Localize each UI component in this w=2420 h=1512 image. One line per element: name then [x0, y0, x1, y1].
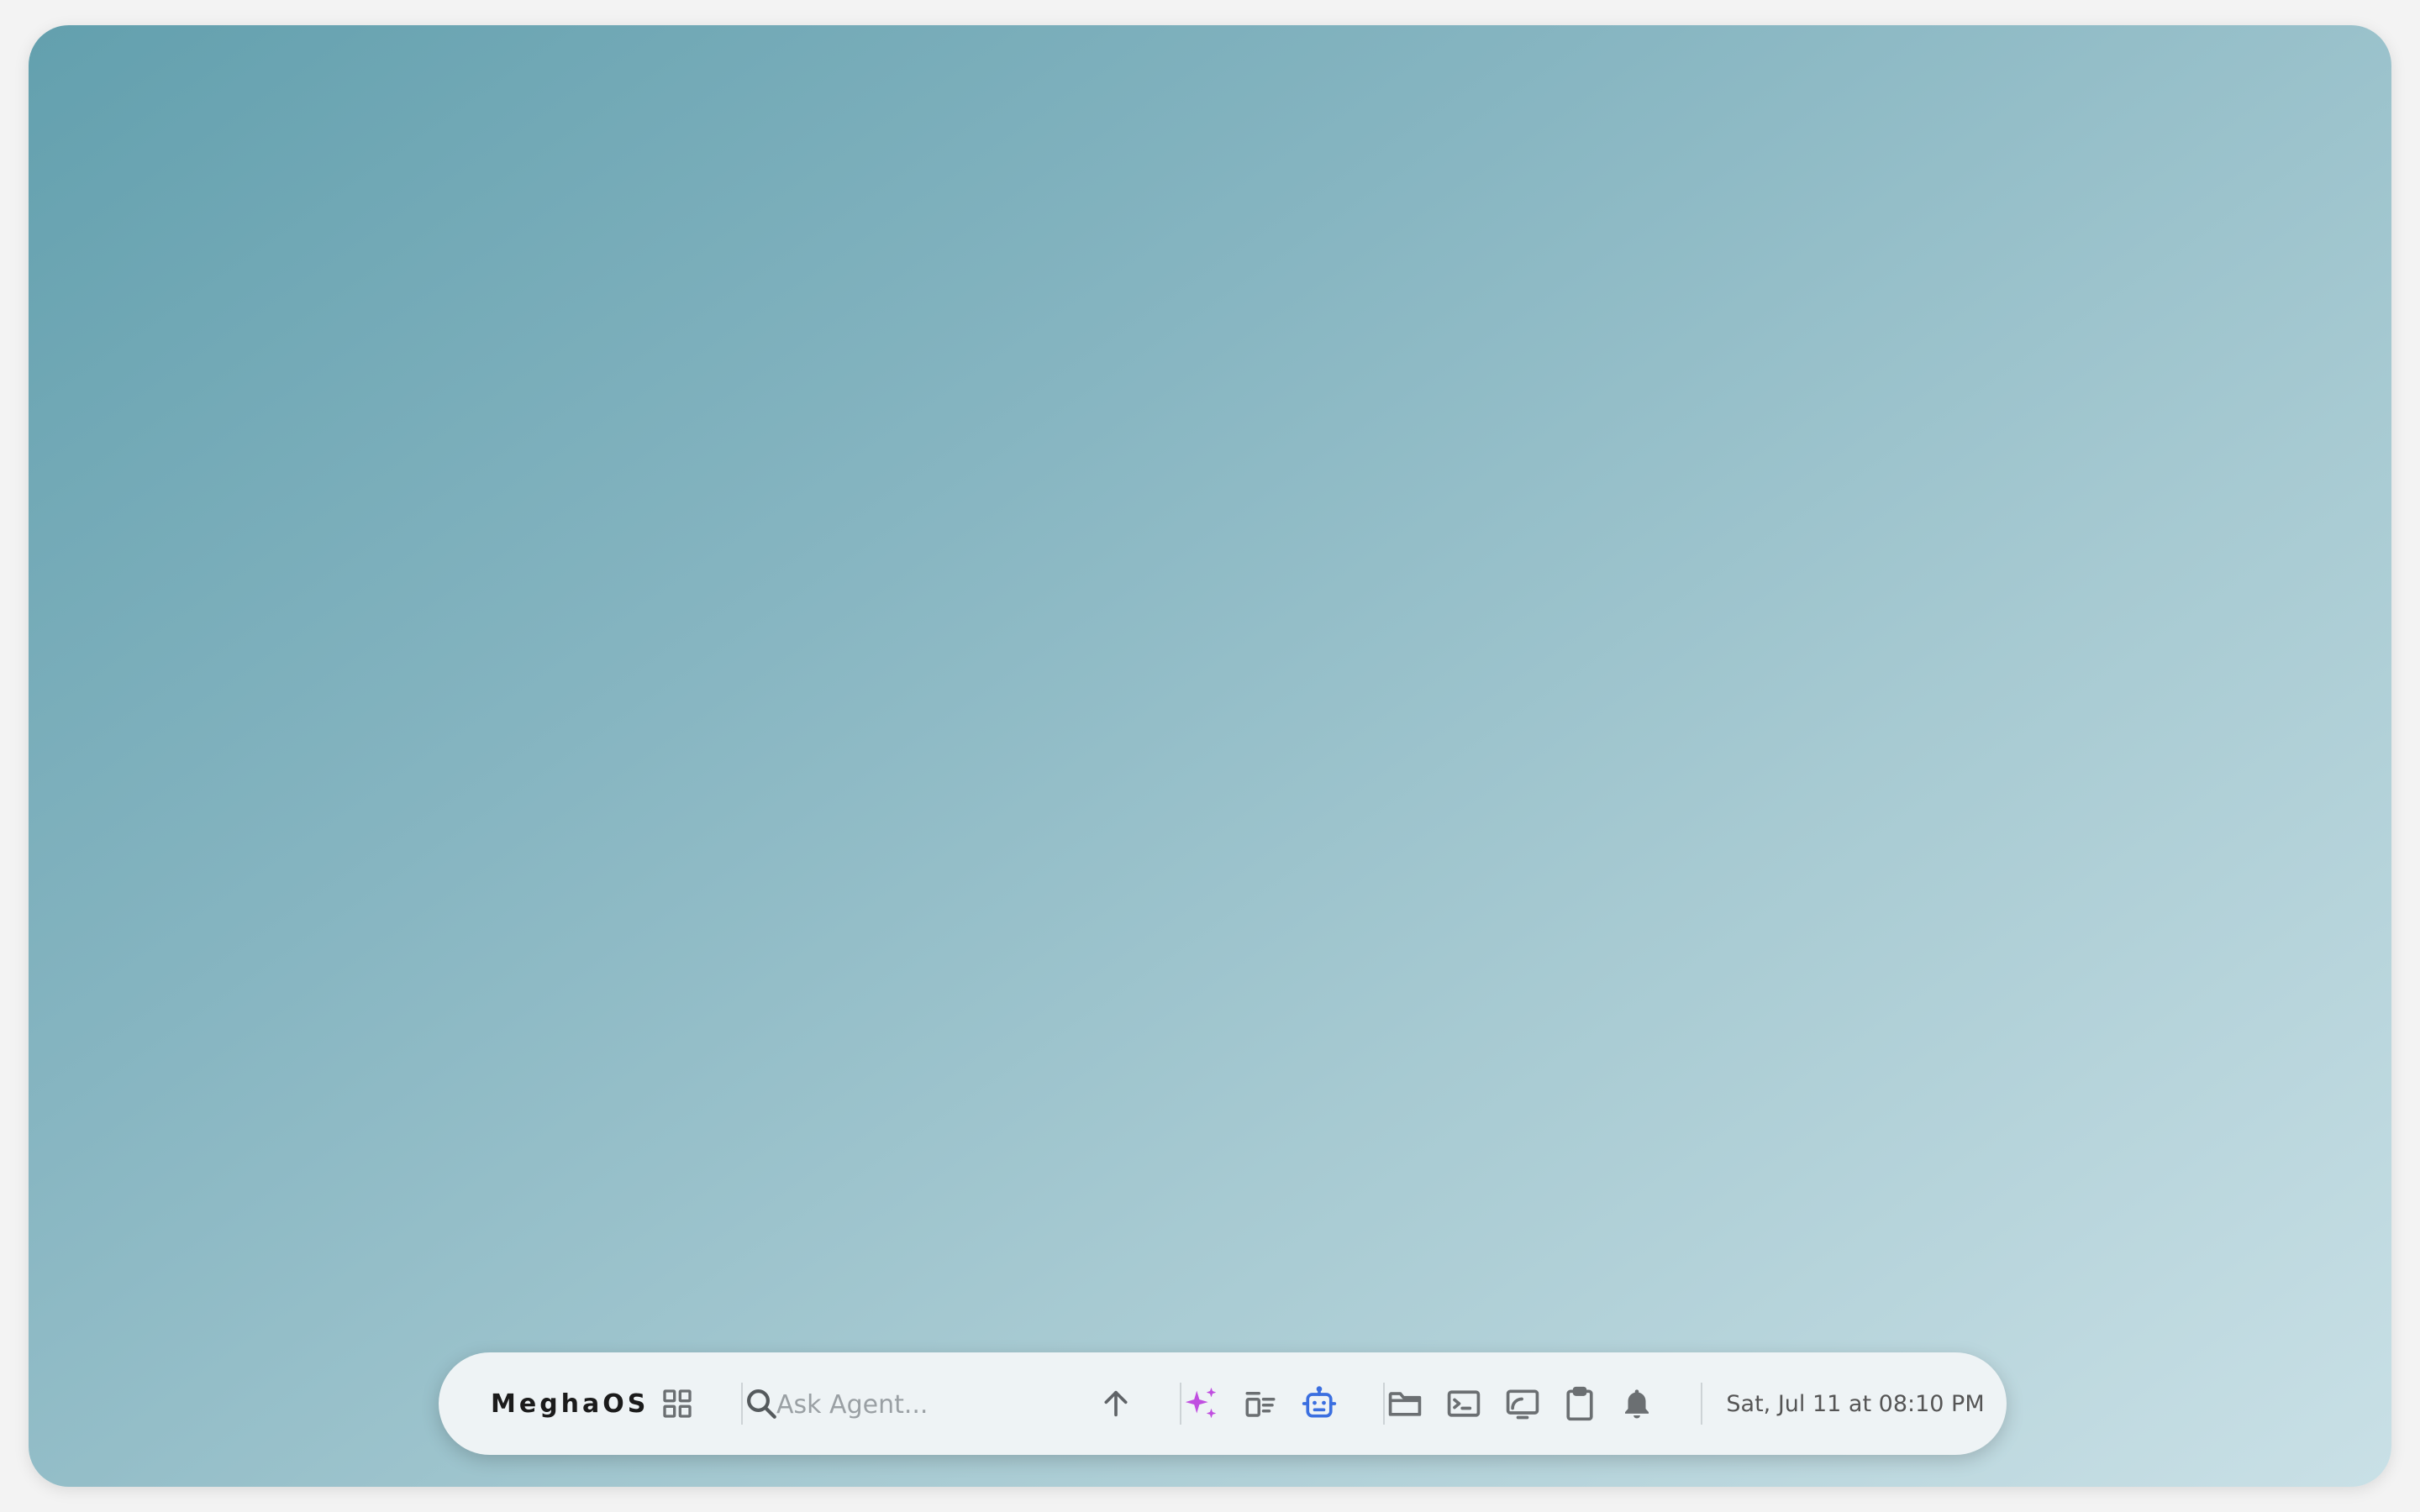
arrow-up-icon[interactable] — [1094, 1352, 1138, 1455]
task-list-icon[interactable] — [1239, 1352, 1282, 1455]
sparkle-icon[interactable] — [1180, 1352, 1223, 1455]
folder-icon[interactable] — [1383, 1352, 1427, 1455]
robot-icon[interactable] — [1297, 1352, 1341, 1455]
ask-agent-input[interactable] — [775, 1378, 1064, 1431]
desktop[interactable]: MeghaOS Ask Agent... Sat, Jul 11 at 08:1… — [29, 25, 2391, 1487]
brand-logo[interactable]: MeghaOS — [491, 1352, 649, 1455]
grid-icon[interactable] — [655, 1352, 699, 1455]
clock-datetime[interactable]: Sat, Jul 11 at 08:10 PM — [1726, 1352, 1984, 1455]
taskbar-divider — [1701, 1383, 1702, 1425]
clipboard-icon[interactable] — [1558, 1352, 1602, 1455]
taskbar: MeghaOS Ask Agent... Sat, Jul 11 at 08:1… — [439, 1352, 2007, 1455]
screen-cast-icon[interactable] — [1501, 1352, 1544, 1455]
bell-icon[interactable] — [1615, 1352, 1659, 1455]
terminal-icon[interactable] — [1442, 1352, 1486, 1455]
